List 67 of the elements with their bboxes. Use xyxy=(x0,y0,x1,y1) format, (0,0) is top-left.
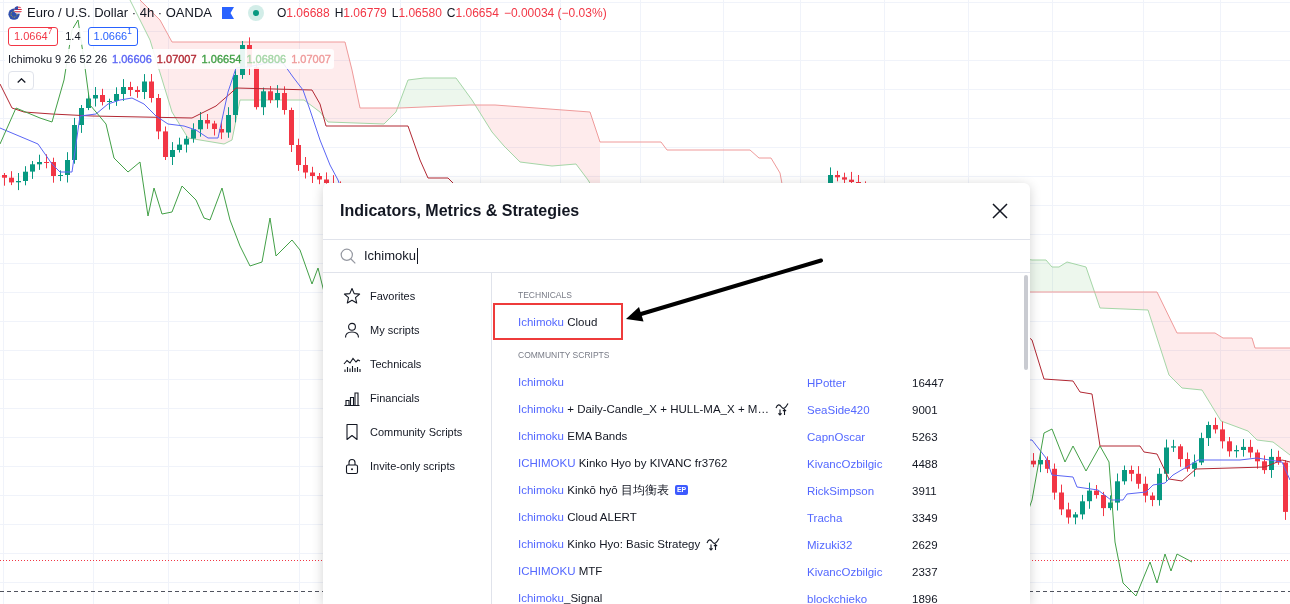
category-item[interactable]: Technicals xyxy=(323,347,491,381)
search-icon xyxy=(340,248,356,264)
dialog-title: Indicators, Metrics & Strategies xyxy=(340,201,580,221)
sell-price[interactable]: 1.0664$^{7}$ xyxy=(8,27,59,46)
scrollbar-thumb[interactable] xyxy=(1024,275,1028,370)
lock-icon xyxy=(343,457,361,475)
section-heading: TECHNICALS xyxy=(517,289,573,302)
currency-flags-icon xyxy=(8,6,22,20)
author-link[interactable]: Tracha xyxy=(807,511,843,524)
script-name[interactable]: Ichimoku Cloud ALERT xyxy=(518,510,637,523)
buy-price[interactable]: 1.0666$^{1}$ xyxy=(87,27,138,46)
usage-count: 4488 xyxy=(912,457,938,470)
ohlc-value: L1.06580 xyxy=(391,5,442,22)
symbol-title[interactable]: Euro / U.S. Dollar · 4h · OANDA xyxy=(27,3,212,23)
close-icon xyxy=(992,203,1008,219)
usage-count: 5263 xyxy=(912,430,938,443)
section-heading: COMMUNITY SCRIPTS xyxy=(517,349,611,362)
author-link[interactable]: Mizuki32 xyxy=(807,538,853,551)
script-name[interactable]: Ichimoku + Daily-Candle_X + HULL-MA_X + M… xyxy=(518,402,769,415)
search-field[interactable]: Ichimoku xyxy=(364,244,1018,268)
ohlc-value: O1.06688 xyxy=(276,5,330,22)
indicator-value: 1.06606 xyxy=(112,51,152,67)
author-link[interactable]: KivancOzbilgic xyxy=(807,565,883,578)
script-name[interactable]: ICHIMOKU Kinko Hyo by KIVANC fr3762 xyxy=(518,456,728,469)
indicator-value: 1.07007 xyxy=(291,51,331,67)
ohlc-value: C1.06654 xyxy=(446,5,499,22)
author-link[interactable]: blockchieko xyxy=(807,592,868,604)
usage-count: 1896 xyxy=(912,592,938,604)
category-item[interactable]: Community Scripts xyxy=(323,415,491,449)
flag-icon[interactable] xyxy=(221,7,234,19)
caret-up-icon xyxy=(16,78,26,83)
indicator-value: 1.07007 xyxy=(156,51,197,67)
bookmark-icon xyxy=(343,423,361,441)
star-icon xyxy=(343,287,361,305)
author-link[interactable]: KivancOzbilgic xyxy=(807,457,883,470)
user-icon xyxy=(343,321,361,339)
author-link[interactable]: RickSimpson xyxy=(807,484,875,497)
indicator-value: 1.06806 xyxy=(246,51,287,67)
category-item[interactable]: Favorites xyxy=(323,279,491,313)
usage-count: 3349 xyxy=(912,511,938,524)
author-link[interactable]: CapnOscar xyxy=(807,430,866,443)
usage-count: 2629 xyxy=(912,538,938,551)
usage-count: 2337 xyxy=(912,565,938,578)
script-name[interactable]: Ichimoku Kinkō hyō 目均衡表 xyxy=(518,483,669,496)
script-name[interactable]: Ichimoku Cloud xyxy=(518,316,598,328)
usage-count: 16447 xyxy=(912,376,944,389)
script-name[interactable]: Ichimoku EMA Bands xyxy=(518,429,628,442)
script-name[interactable]: Ichimoku xyxy=(518,375,565,388)
author-link[interactable]: SeaSide420 xyxy=(807,403,870,416)
text-cursor xyxy=(417,248,419,264)
bar-chart-icon xyxy=(343,389,361,407)
category-item[interactable]: My scripts xyxy=(323,313,491,347)
category-item[interactable]: Financials xyxy=(323,381,491,415)
spread-value: 1.4 xyxy=(63,28,83,45)
usage-count: 9001 xyxy=(912,403,938,416)
script-name[interactable]: Ichimoku Kinko Hyo: Basic Strategy xyxy=(518,537,701,550)
usage-count: 3911 xyxy=(912,484,937,497)
indicator-name[interactable]: Ichimoku 9 26 52 26 xyxy=(8,50,108,68)
script-name[interactable]: Ichimoku_Signal xyxy=(518,591,603,604)
line-and-bars-icon xyxy=(343,355,361,373)
price-change: −0.00034 (−0.03%) xyxy=(503,5,607,22)
category-item[interactable]: Invite-only scripts xyxy=(323,449,491,483)
author-link[interactable]: HPotter xyxy=(807,376,846,389)
script-name[interactable]: ICHIMOKU MTF xyxy=(518,564,603,577)
collapse-button[interactable] xyxy=(8,71,34,90)
ohlc-value: H1.06779 xyxy=(334,5,387,22)
indicator-value: 1.06654 xyxy=(201,51,242,67)
